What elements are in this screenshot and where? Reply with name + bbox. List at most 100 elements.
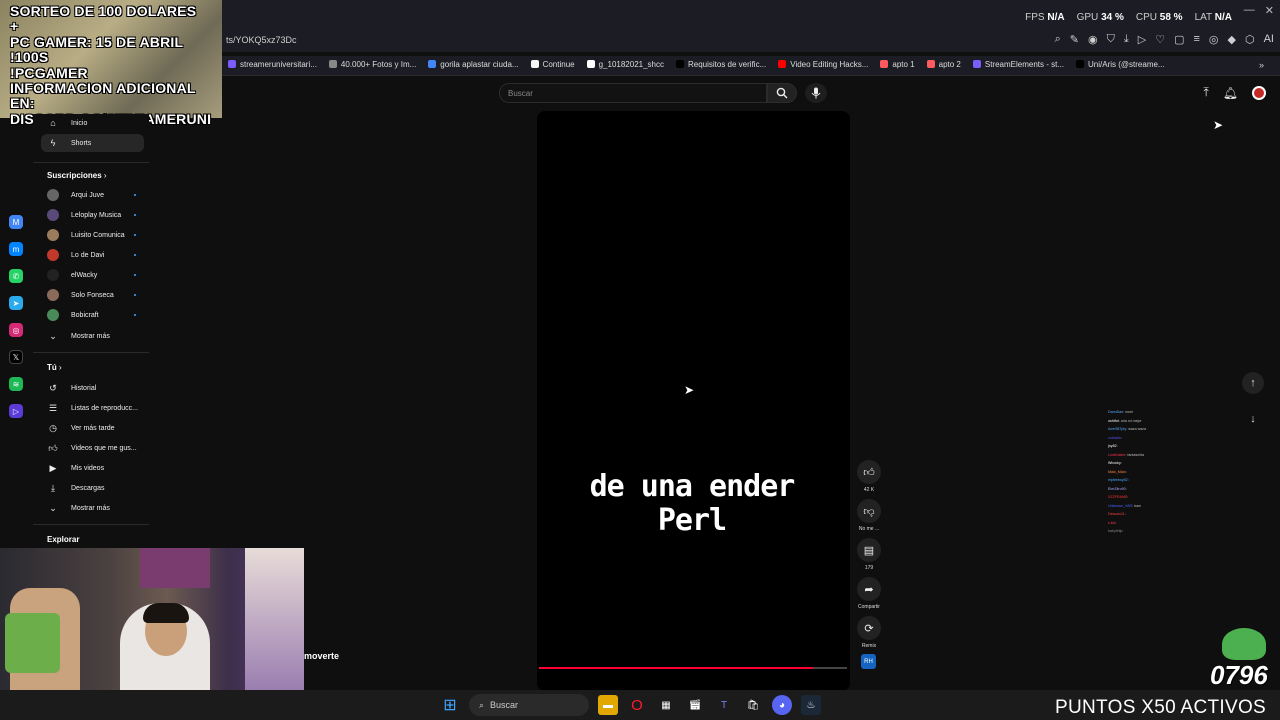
chat-username: babyfelip bbox=[1108, 529, 1123, 533]
search-button[interactable] bbox=[767, 83, 797, 103]
subscription-item[interactable]: elWacky bbox=[33, 266, 149, 284]
upload-icon[interactable]: ⤒ bbox=[1203, 85, 1208, 100]
play-icon[interactable]: ▷ bbox=[1138, 33, 1146, 46]
cube-icon[interactable]: ▢ bbox=[1174, 33, 1184, 46]
comments-button[interactable]: ▤ bbox=[857, 538, 881, 562]
player-icon[interactable]: ▷ bbox=[9, 404, 23, 418]
show-more-subs[interactable]: ⌄ Mostrar más bbox=[33, 327, 149, 345]
bookmark-item[interactable]: StreamElements - st... bbox=[972, 60, 1065, 69]
bookmark-item[interactable]: g_10182021_shcc bbox=[586, 60, 664, 69]
sidebar-item-label: Arqui Juve bbox=[71, 191, 105, 199]
app-icon[interactable]: ▦ bbox=[656, 695, 676, 715]
close-icon[interactable]: ✕ bbox=[1265, 4, 1274, 17]
bookmark-item[interactable]: gorila aplastar ciuda... bbox=[428, 60, 519, 69]
sidebar-item-inicio[interactable]: ⌂ Inicio bbox=[33, 114, 149, 132]
sidebar-item-label: Mis videos bbox=[71, 464, 105, 472]
bookmark-item[interactable]: apto 2 bbox=[926, 60, 961, 69]
you-item[interactable]: 👍︎ Videos que me gus... bbox=[33, 439, 149, 457]
bookmark-item[interactable]: Requisitos de verific... bbox=[675, 60, 766, 69]
previous-short-button[interactable]: ↑ bbox=[1242, 372, 1264, 394]
puzzle-icon[interactable]: ⬡ bbox=[1245, 33, 1255, 46]
you-item[interactable]: ☰ Listas de reproducc... bbox=[33, 399, 149, 417]
remix-button[interactable]: ⟳ bbox=[857, 616, 881, 640]
remix-icon: ⟳ bbox=[864, 622, 874, 635]
bookmark-label: streameruniversitari... bbox=[240, 60, 317, 69]
opera-icon[interactable]: O bbox=[627, 695, 647, 715]
chat-message: oshtfot: aria xd mejor bbox=[1108, 418, 1142, 423]
you-item[interactable]: ▶ Mis videos bbox=[33, 459, 149, 477]
video-progress-bar[interactable] bbox=[539, 667, 847, 669]
chat-username: jny82 bbox=[1108, 444, 1117, 448]
instagram-icon[interactable]: ◎ bbox=[9, 323, 23, 337]
minimize-icon[interactable]: — bbox=[1244, 4, 1255, 17]
windows-start-icon[interactable]: ⊞ bbox=[440, 695, 460, 715]
bookmarks-more-icon[interactable]: » bbox=[1259, 60, 1264, 70]
promo-line: + bbox=[10, 18, 19, 35]
bookmark-label: StreamElements - st... bbox=[984, 60, 1065, 69]
steam-icon[interactable]: ♨ bbox=[801, 695, 821, 715]
x-icon[interactable]: 𝕏 bbox=[9, 350, 23, 364]
chat-username: oshtfot bbox=[1108, 418, 1119, 423]
mic-button[interactable] bbox=[805, 83, 827, 103]
teams-icon[interactable]: T bbox=[714, 695, 734, 715]
shorts-video-player[interactable] bbox=[537, 111, 850, 691]
webcam-shelf bbox=[140, 548, 210, 588]
extension-icon[interactable]: ◆ bbox=[1228, 33, 1236, 46]
you-item[interactable]: ◷ Ver más tarde bbox=[33, 419, 149, 437]
show-more-you[interactable]: ⌄ Mostrar más bbox=[33, 499, 149, 517]
you-heading[interactable]: Tú › bbox=[47, 363, 62, 372]
bookmark-item[interactable]: Uni/Aris (@streame... bbox=[1076, 60, 1165, 69]
promo-line: !PCGAMER bbox=[10, 64, 88, 81]
explore-heading[interactable]: Explorar bbox=[47, 535, 79, 544]
heart-icon[interactable]: ♡ bbox=[1155, 33, 1165, 46]
gmail-icon[interactable]: M bbox=[9, 215, 23, 229]
bookmark-item[interactable]: apto 1 bbox=[880, 60, 915, 69]
bookmark-item[interactable]: Video Editing Hacks... bbox=[778, 60, 868, 69]
spotify-icon[interactable]: ≋ bbox=[9, 377, 23, 391]
edit-icon[interactable]: ✎ bbox=[1070, 33, 1079, 46]
you-item[interactable]: ↺ Historial bbox=[33, 379, 149, 397]
bookmark-item[interactable]: Continue bbox=[530, 60, 575, 69]
store-icon[interactable]: 🛍︎ bbox=[743, 695, 763, 715]
remix-thumbnail[interactable]: RH bbox=[861, 654, 876, 669]
download-icon[interactable]: ⤓ bbox=[1124, 33, 1129, 46]
discord-icon[interactable]: ◕ bbox=[772, 695, 792, 715]
taskbar-items: ⊞ ⌕ Buscar ▬ O ▦ 🎬︎ T 🛍︎ ◕ ♨ bbox=[440, 694, 821, 716]
account-avatar[interactable] bbox=[1252, 85, 1266, 100]
shield-icon[interactable]: ⛉ bbox=[1107, 33, 1115, 46]
subscription-item[interactable]: Leloplay Musica bbox=[33, 206, 149, 224]
zoom-icon[interactable]: ⌕ bbox=[1055, 33, 1061, 46]
subscription-item[interactable]: Solo Fonseca bbox=[33, 286, 149, 304]
messenger-icon[interactable]: m bbox=[9, 242, 23, 256]
telegram-icon[interactable]: ➤ bbox=[9, 296, 23, 310]
subscription-item[interactable]: Lo de Davi bbox=[33, 246, 149, 264]
subscriptions-heading[interactable]: Suscripciones › bbox=[47, 171, 107, 180]
bell-icon[interactable]: 🔔︎ bbox=[1223, 86, 1238, 100]
search-input[interactable]: Buscar bbox=[499, 83, 767, 103]
dislike-button[interactable]: 👎︎ bbox=[857, 499, 881, 523]
subscription-item[interactable]: Luisito Comunica bbox=[33, 226, 149, 244]
folder-icon[interactable]: ▬ bbox=[598, 695, 618, 715]
like-button[interactable]: 👍︎ bbox=[857, 460, 881, 484]
camera-icon[interactable]: ◉ bbox=[1088, 33, 1098, 46]
subscription-item[interactable]: Bobicraft bbox=[33, 306, 149, 324]
clapper-icon[interactable]: 🎬︎ bbox=[685, 695, 705, 715]
bookmark-item[interactable]: streameruniversitari... bbox=[228, 60, 317, 69]
next-short-button[interactable]: ↓ bbox=[1242, 408, 1264, 430]
you-item[interactable]: ⤓ Descargas bbox=[33, 479, 149, 497]
bookmark-label: g_10182021_shcc bbox=[598, 60, 664, 69]
divider bbox=[33, 352, 149, 353]
whatsapp-icon[interactable]: ✆ bbox=[9, 269, 23, 283]
url-field[interactable]: ts/YOKQ5xz73Dc bbox=[226, 35, 297, 45]
sidebar-item-shorts[interactable]: ϟ Shorts bbox=[41, 134, 144, 152]
search-icon: ⌕ bbox=[479, 699, 485, 710]
bookmark-item[interactable]: 40.000+ Fotos y Im... bbox=[328, 60, 416, 69]
video-caption: de una ender Perl bbox=[537, 470, 847, 538]
profile-icon[interactable]: ◎ bbox=[1209, 33, 1219, 46]
ai-icon[interactable]: AI bbox=[1264, 33, 1274, 46]
taskbar-search[interactable]: ⌕ Buscar bbox=[469, 694, 589, 716]
thumbs-down-icon: 👎︎ bbox=[863, 505, 875, 518]
menu-icon[interactable]: ≡ bbox=[1193, 33, 1199, 46]
subscription-item[interactable]: Arqui Juve bbox=[33, 186, 149, 204]
share-button[interactable]: ➦ bbox=[857, 577, 881, 601]
